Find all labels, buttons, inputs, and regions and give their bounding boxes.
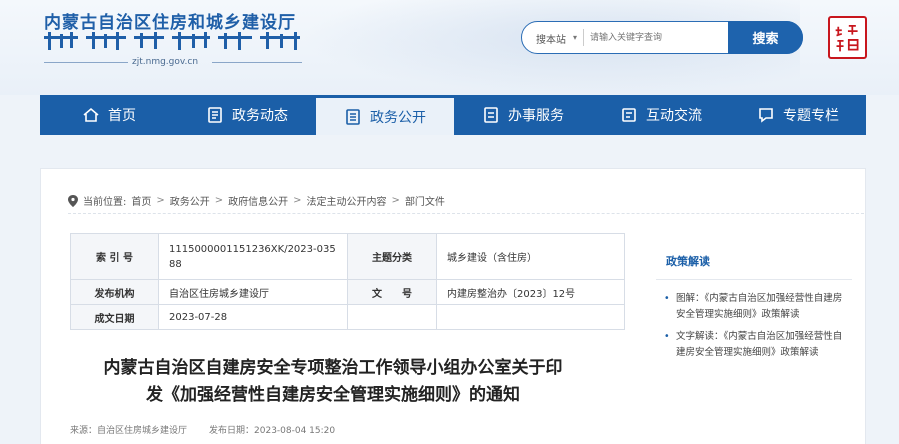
- chat-icon: [622, 108, 636, 122]
- document-title: 内蒙古自治区自建房安全专项整治工作领导小组办公室关于印 发《加强经营性自建房安全…: [68, 355, 598, 409]
- empty-cell: [436, 304, 625, 330]
- date-value: 2023-07-28: [158, 304, 348, 330]
- index-label: 索 引 号: [70, 233, 159, 280]
- document-source: 来源：自治区住房城乡建设厅: [70, 426, 188, 436]
- chevron-right-icon: >: [214, 195, 224, 206]
- list-item[interactable]: 图解：《内蒙古自治区加强经营性自建房安全管理实施细则》政策解读: [664, 291, 844, 323]
- issuer-label: 发布机构: [70, 279, 159, 305]
- date-label: 成文日期: [70, 304, 159, 330]
- main-nav: 首页 政务动态 政务公开 办事服务 互动交流 专题专栏: [40, 95, 866, 135]
- policy-interpretation-list: 图解：《内蒙古自治区加强经营性自建房安全管理实施细则》政策解读 文字解读：《内蒙…: [664, 291, 844, 367]
- breadcrumb-divider: [68, 213, 864, 214]
- table-row: 发布机构 自治区住房城乡建设厅 文 号 内建房整治办〔2023〕12号: [70, 279, 625, 305]
- url-divider-left: [44, 62, 128, 63]
- docno-label: 文 号: [347, 279, 437, 305]
- breadcrumb-item-department-files[interactable]: 部门文件: [405, 193, 445, 208]
- topic-icon: [759, 108, 773, 123]
- table-row: 索 引 号 1115000001151236XK/2023-035 88 主题分…: [70, 233, 625, 280]
- breadcrumb: 当前位置: 首页 > 政务公开 > 政府信息公开 > 法定主动公开内容 > 部门…: [68, 193, 445, 208]
- document-icon: [208, 107, 222, 123]
- chevron-right-icon: >: [156, 195, 165, 206]
- nav-item-home[interactable]: 首页: [40, 95, 178, 135]
- nav-item-label: 互动交流: [646, 108, 702, 124]
- url-divider-right: [212, 62, 302, 63]
- document-source-line: 来源：自治区住房城乡建设厅 发布日期：2023-08-04 15:20: [70, 423, 335, 436]
- search-button[interactable]: 搜索: [728, 21, 803, 54]
- breadcrumb-prefix: 当前位置:: [83, 197, 127, 208]
- location-pin-icon: [68, 194, 78, 207]
- search-input[interactable]: [590, 29, 725, 46]
- document-meta-table: 索 引 号 1115000001151236XK/2023-035 88 主题分…: [70, 233, 625, 330]
- table-row: 成文日期 2023-07-28: [70, 304, 625, 330]
- breadcrumb-item-statutory-content[interactable]: 法定主动公开内容: [307, 193, 387, 208]
- service-icon: [484, 107, 498, 123]
- category-value: 城乡建设（含住房）: [436, 233, 625, 280]
- breadcrumb-item-info-disclosure[interactable]: 政府信息公开: [228, 193, 288, 208]
- site-url: zjt.nmg.gov.cn: [132, 57, 199, 67]
- mongolian-script-logo: [44, 32, 300, 50]
- issuer-value: 自治区住房城乡建设厅: [158, 279, 348, 305]
- chevron-down-icon[interactable]: ▾: [573, 33, 577, 42]
- home-icon: [83, 107, 99, 122]
- nav-item-government-news[interactable]: 政务动态: [178, 95, 316, 135]
- document-publish-date: 发布日期：2023-08-04 15:20: [209, 426, 336, 436]
- nav-item-label: 政务公开: [370, 109, 426, 126]
- nav-item-label: 首页: [108, 108, 136, 124]
- chevron-right-icon: >: [391, 195, 400, 206]
- nav-item-label: 办事服务: [508, 108, 564, 124]
- document-title-line1: 内蒙古自治区自建房安全专项整治工作领导小组办公室关于印: [103, 358, 563, 378]
- search-scope-select[interactable]: 搜本站: [536, 31, 566, 46]
- list-document-icon: [346, 108, 360, 125]
- index-value: 1115000001151236XK/2023-035 88: [158, 233, 348, 280]
- seal-logo-icon: [828, 16, 867, 59]
- empty-cell: [347, 304, 437, 330]
- nav-item-government-affairs[interactable]: 政务公开: [316, 95, 454, 135]
- sidebar-divider: [656, 279, 852, 280]
- seal-glyph-icon: [835, 25, 859, 52]
- sidebar-title: 政策解读: [666, 255, 710, 268]
- breadcrumb-item-government-affairs[interactable]: 政务公开: [170, 193, 210, 208]
- breadcrumb-item-home[interactable]: 首页: [131, 193, 151, 208]
- category-label: 主题分类: [347, 233, 437, 280]
- docno-value: 内建房整治办〔2023〕12号: [436, 279, 625, 305]
- nav-item-interaction[interactable]: 互动交流: [592, 95, 730, 135]
- site-title[interactable]: 内蒙古自治区住房和城乡建设厅: [44, 8, 296, 33]
- chevron-right-icon: >: [293, 195, 302, 206]
- list-item[interactable]: 文字解读：《内蒙古自治区加强经营性自建房安全管理实施细则》政策解读: [664, 329, 844, 361]
- document-title-line2: 发《加强经营性自建房安全管理实施细则》的通知: [146, 385, 520, 405]
- index-value-line1: 1115000001151236XK/2023-035: [169, 243, 336, 255]
- nav-item-services[interactable]: 办事服务: [454, 95, 592, 135]
- nav-item-label: 政务动态: [232, 108, 288, 124]
- index-value-line2: 88: [169, 258, 182, 270]
- nav-item-label: 专题专栏: [783, 108, 839, 124]
- search-divider: [583, 29, 584, 46]
- nav-item-topics[interactable]: 专题专栏: [730, 95, 866, 135]
